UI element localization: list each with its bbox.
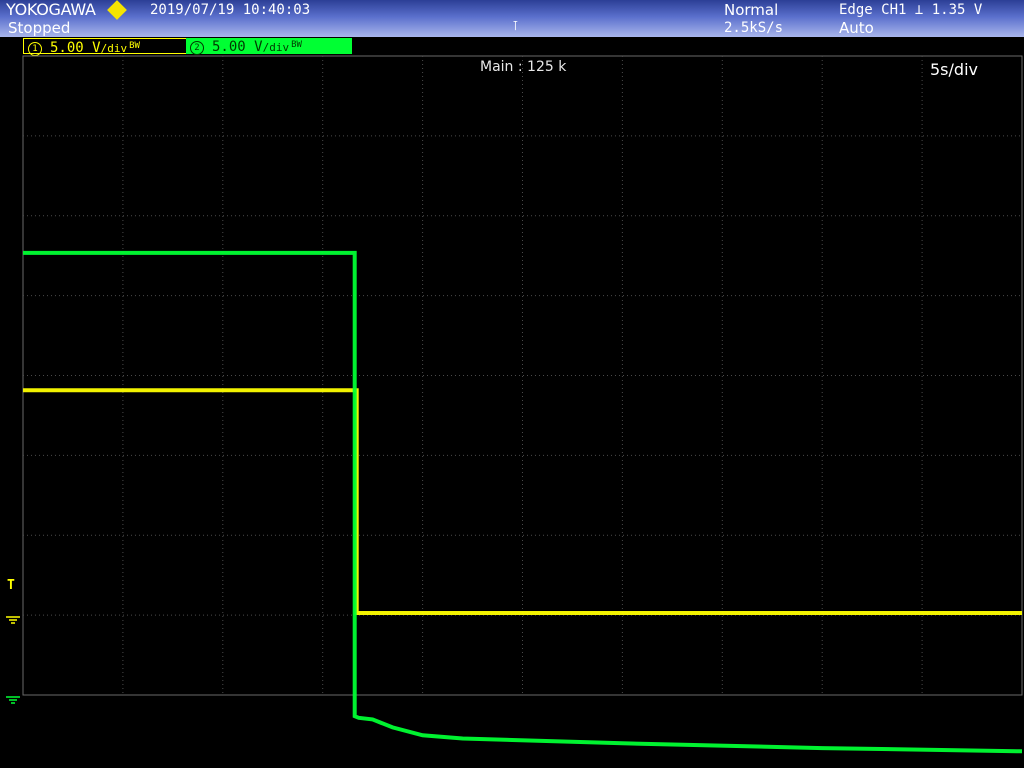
waveform-display[interactable] [0, 0, 1024, 768]
timebase-label: 5s/div [930, 60, 978, 79]
record-length: Main : 125 k [480, 59, 567, 75]
ground-markers [6, 616, 20, 704]
graticule-border [22, 55, 1023, 696]
trace-ch1 [23, 388, 1022, 615]
ch2-ground-icon [6, 696, 20, 704]
trigger-level-marker[interactable]: T [7, 578, 15, 593]
ch1-ground-icon [6, 616, 20, 624]
graticule [22, 55, 1023, 696]
